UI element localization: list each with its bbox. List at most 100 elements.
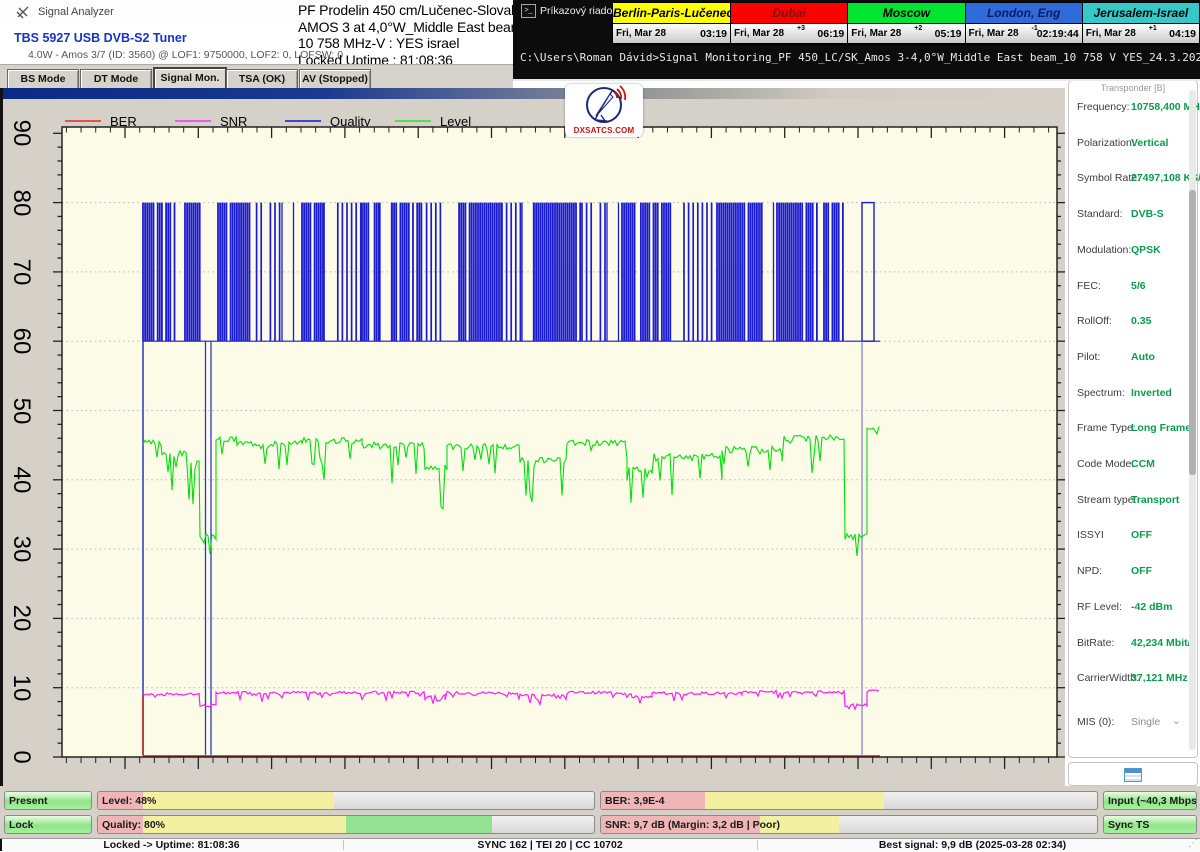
- param-row-carrierwidth: CarrierWidth:37,121 MHz: [1069, 672, 1197, 686]
- param-row-modulation: Modulation:QPSK: [1069, 244, 1197, 258]
- param-value: QPSK: [1131, 244, 1161, 256]
- param-label: Stream type:: [1077, 494, 1137, 506]
- param-row-rflevel: RF Level:-42 dBm: [1069, 601, 1197, 615]
- tab-tsa-ok-[interactable]: TSA (OK): [226, 69, 298, 90]
- bar-label: Present: [9, 795, 48, 807]
- terminal-title: Príkazový riadok: [540, 5, 618, 17]
- command-prompt-window[interactable]: >_ Príkazový riadok Berlin-Paris-Lučenec…: [513, 0, 1200, 81]
- param-row-symbolrate: Symbol Rate:27497,108 KS/s: [1069, 172, 1197, 186]
- meter-bar-ber: BER: 3,9E-4: [600, 791, 1098, 810]
- param-value: Transport: [1131, 494, 1179, 506]
- bar-label: Sync TS: [1108, 819, 1149, 831]
- meter-bar-quality: Quality: 80%: [97, 815, 595, 834]
- param-label: BitRate:: [1077, 637, 1114, 649]
- param-row-issyi: ISSYIOFF: [1069, 529, 1197, 543]
- param-label: CarrierWidth:: [1077, 672, 1139, 684]
- param-value: Vertical: [1131, 137, 1168, 149]
- terminal-prompt-line: C:\Users\Roman Dávid>Signal Monitoring_P…: [520, 51, 1200, 64]
- param-row-streamtype: Stream type:Transport: [1069, 494, 1197, 508]
- chart-left-border: [0, 88, 3, 786]
- y-axis-label-50: 50: [7, 394, 35, 428]
- clock-city-label: Jerusalem-Israel: [1083, 3, 1199, 24]
- resize-grip[interactable]: ⋰: [1188, 838, 1198, 849]
- param-label: RF Level:: [1077, 601, 1122, 613]
- status-best-signal: Best signal: 9,9 dB (2025-03-28 02:34): [757, 839, 1188, 851]
- param-row-spectrum: Spectrum:Inverted: [1069, 387, 1197, 401]
- clock-time: 02:19:44: [1037, 28, 1079, 40]
- header-line-3: 10 758 MHz-V : YES israel: [298, 35, 528, 52]
- bar-label: SNR: 9,7 dB (Margin: 3,2 dB | Poor): [605, 819, 780, 831]
- clock-date-row: Fri, Mar 28+104:19: [1083, 24, 1199, 43]
- param-row-mis0: MIS (0):Single⌄: [1069, 716, 1197, 730]
- param-label: NPD:: [1077, 565, 1102, 577]
- status-bar-sync-ts: Sync TS: [1103, 815, 1197, 834]
- tab-av-stopped-[interactable]: AV (Stopped): [299, 69, 371, 90]
- satellite-dish-logo-art: [565, 84, 643, 126]
- window-title: Signal Analyzer: [38, 6, 114, 18]
- meter-bar-level: Level: 48%: [97, 791, 595, 810]
- status-lock-uptime: Locked -> Uptime: 81:08:36: [0, 839, 343, 851]
- clock-date-text: Fri, Mar 28: [969, 28, 1019, 39]
- param-value: OFF: [1131, 529, 1152, 541]
- signal-plot: [40, 120, 1065, 780]
- meter-bar-snr: SNR: 9,7 dB (Margin: 3,2 dB | Poor): [600, 815, 1098, 834]
- param-label: Pilot:: [1077, 351, 1100, 363]
- clock-date-row: Fri, Mar 28+205:19: [848, 24, 964, 43]
- sidebar-scrollbar[interactable]: [1189, 90, 1196, 750]
- clock-utc-offset: +1: [1149, 25, 1157, 32]
- param-row-frametype: Frame Type:Long Frame: [1069, 422, 1197, 436]
- tab-bar: BS ModeDT ModeSignal Mon.TSA (OK)AV (Sto…: [0, 64, 513, 91]
- dxsatcs-logo: DXSATCS.COM: [565, 84, 643, 137]
- signal-chart-panel: BERSNRQualityLevel DXSATCS.COM 010203040…: [0, 88, 1065, 789]
- bar-label: Level: 48%: [102, 795, 156, 807]
- clock-utc-offset: +3: [797, 25, 805, 32]
- param-value: DVB-S: [1131, 208, 1164, 220]
- bar-label: BER: 3,9E-4: [605, 795, 665, 807]
- clock-3: London, EngFri, Mar 28-102:19:44: [966, 3, 1083, 44]
- header-line-1: PF Prodelin 450 cm/Lučenec-Slovakia: [298, 2, 528, 19]
- transponder-sidebar: Transponder [B] Frequency:10758,400 MHzP…: [1068, 80, 1198, 758]
- chevron-down-icon[interactable]: ⌄: [1172, 714, 1181, 727]
- y-axis-label-10: 10: [7, 671, 35, 705]
- meter-zone: [705, 792, 884, 809]
- param-row-npd: NPD: OFF: [1069, 565, 1197, 579]
- param-label: Polarization:: [1077, 137, 1135, 149]
- y-axis-label-0: 0: [7, 740, 35, 774]
- tuner-details: 4.0W - Amos 3/7 (ID: 3560) @ LOF1: 97500…: [28, 49, 343, 61]
- scrollbar-thumb[interactable]: [1189, 190, 1196, 475]
- tab-bs-mode[interactable]: BS Mode: [7, 69, 79, 90]
- param-value: Inverted: [1131, 387, 1172, 399]
- param-row-fec: FEC: 5/6: [1069, 280, 1197, 294]
- clock-1: DubaiFri, Mar 28+306:19: [731, 3, 848, 44]
- param-value: OFF: [1131, 565, 1152, 577]
- clock-2: MoscowFri, Mar 28+205:19: [848, 3, 965, 44]
- y-axis-label-90: 90: [7, 116, 35, 150]
- clock-0: Berlin-Paris-LučenecFri, Mar 2803:19: [613, 3, 731, 44]
- clock-date-row: Fri, Mar 28+306:19: [731, 24, 847, 43]
- y-axis-label-80: 80: [7, 186, 35, 220]
- param-row-rolloff: RollOff:0.35: [1069, 315, 1197, 329]
- param-label: FEC:: [1077, 280, 1101, 292]
- meter-zone: [143, 792, 334, 809]
- y-axis-label-20: 20: [7, 601, 35, 635]
- param-row-codemode: Code Mode:CCM: [1069, 458, 1197, 472]
- clock-date-text: Fri, Mar 28: [616, 28, 666, 39]
- clock-city-label: Moscow: [848, 3, 964, 24]
- tab-dt-mode[interactable]: DT Mode: [80, 69, 152, 90]
- logo-text: DXSATCS.COM: [565, 126, 643, 135]
- param-label: Standard:: [1077, 208, 1123, 220]
- clock-date-row: Fri, Mar 28-102:19:44: [966, 24, 1082, 43]
- y-axis-label-30: 30: [7, 532, 35, 566]
- clock-utc-offset: +2: [914, 25, 922, 32]
- param-row-frequency: Frequency:10758,400 MHz: [1069, 101, 1197, 115]
- param-value: Auto: [1131, 351, 1155, 363]
- param-value: 37,121 MHz: [1131, 672, 1188, 684]
- param-value[interactable]: Single: [1131, 716, 1160, 728]
- tuner-name: TBS 5927 USB DVB-S2 Tuner: [14, 31, 187, 45]
- y-axis-label-60: 60: [7, 324, 35, 358]
- bar-label: Lock: [9, 819, 34, 831]
- clock-date-text: Fri, Mar 28: [1086, 28, 1136, 39]
- transport-stream-button[interactable]: [1068, 762, 1198, 786]
- clock-city-label: Dubai: [731, 3, 847, 24]
- param-value: 5/6: [1131, 280, 1146, 292]
